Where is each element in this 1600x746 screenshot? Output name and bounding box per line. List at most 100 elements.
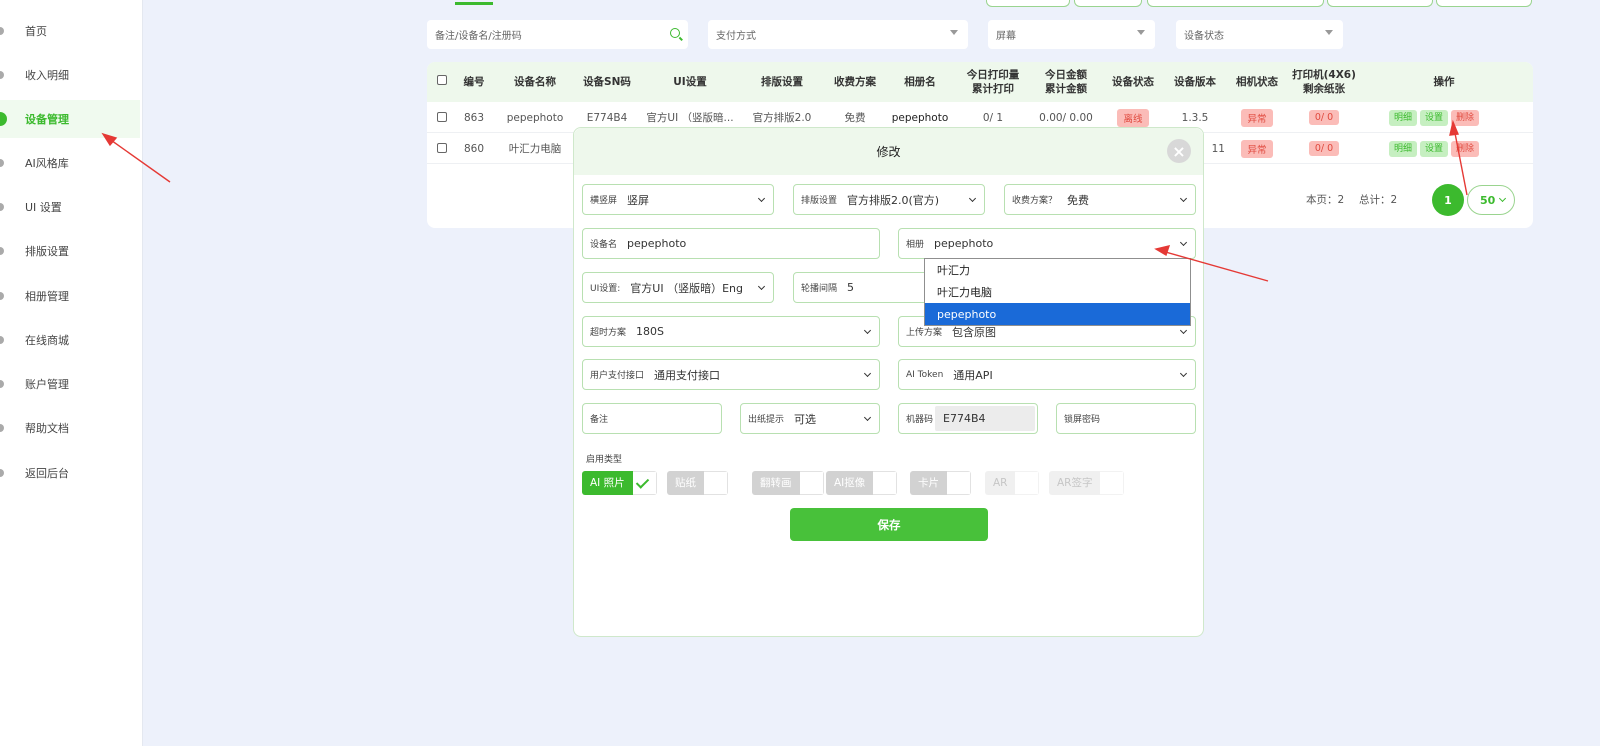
album-option-selected[interactable]: pepephoto xyxy=(925,303,1190,325)
cell-name: 叶汇力电脑 xyxy=(508,143,562,155)
save-button[interactable]: 保存 xyxy=(790,508,988,541)
top-action-button[interactable] xyxy=(1074,0,1142,7)
table-header: 编号 设备名称 设备SN码 UI设置 排版设置 收费方案 相册名 今日打印量 累计… xyxy=(427,62,1533,102)
layout-select[interactable]: 排版设置 官方排版2.0(官方) xyxy=(793,184,985,215)
close-icon[interactable]: × xyxy=(1167,139,1191,163)
remark-field[interactable]: 备注 xyxy=(582,403,722,434)
screen-select[interactable]: 屏幕 xyxy=(988,20,1155,49)
payment-select[interactable]: 支付方式 xyxy=(708,20,968,49)
device-icon xyxy=(0,112,7,126)
col-header: 设备状态 xyxy=(1112,76,1154,88)
device-name-field[interactable]: 设备名 pepephoto xyxy=(582,228,880,259)
toggle-box xyxy=(632,471,657,495)
ai-token-select[interactable]: AI Token 通用API xyxy=(898,359,1196,390)
sidebar-item-ai-styles[interactable]: AI风格库 xyxy=(0,144,140,182)
album-option[interactable]: 叶汇力 xyxy=(925,259,1190,281)
type-toggle-card[interactable]: 卡片 xyxy=(910,471,971,495)
ai-style-icon xyxy=(0,159,4,167)
toggle-label: AR xyxy=(985,471,1016,495)
field-value: E774B4 xyxy=(943,412,986,425)
col-header: 操作 xyxy=(1433,76,1455,88)
back-icon xyxy=(0,469,4,477)
type-toggle-sticker[interactable]: 贴纸 xyxy=(667,471,728,495)
field-label: 轮播间隔 xyxy=(801,284,838,294)
sidebar-item-back[interactable]: 返回后台 xyxy=(0,454,140,492)
help-icon xyxy=(0,424,4,432)
field-value: 180S xyxy=(636,325,664,338)
chevron-down-icon xyxy=(1137,30,1145,35)
cell-ops: 明细 设置 删除 xyxy=(1389,133,1529,164)
select-all-checkbox[interactable] xyxy=(437,75,447,85)
delete-button[interactable]: 删除 xyxy=(1451,109,1480,126)
top-action-button[interactable] xyxy=(1436,0,1532,7)
col-header: 设备名称 xyxy=(514,76,556,88)
album-select[interactable]: 相册 pepephoto xyxy=(898,228,1196,259)
pager-current-page[interactable]: 1 xyxy=(1432,184,1464,216)
field-label: UI设置: xyxy=(590,284,621,294)
ui-select[interactable]: UI设置: 官方UI （竖版暗）Eng xyxy=(582,272,774,303)
sidebar-item-label: AI风格库 xyxy=(25,157,69,170)
delete-button[interactable]: 删除 xyxy=(1451,140,1480,157)
search-icon[interactable] xyxy=(670,28,680,38)
search-input[interactable]: 备注/设备名/注册码 xyxy=(427,20,688,49)
field-label: 排版设置 xyxy=(801,196,838,206)
top-action-button[interactable] xyxy=(1147,0,1324,7)
sidebar-item-albums[interactable]: 相册管理 xyxy=(0,277,140,315)
row-checkbox[interactable] xyxy=(437,143,447,153)
detail-button[interactable]: 明细 xyxy=(1389,109,1418,126)
lock-password-field[interactable]: 锁屏密码 xyxy=(1056,403,1196,434)
sidebar-item-ui-settings[interactable]: UI 设置 xyxy=(0,188,140,226)
settings-button[interactable]: 设置 xyxy=(1420,109,1449,126)
field-label: 上传方案 xyxy=(906,328,943,338)
home-icon xyxy=(0,27,4,35)
edit-device-modal: 修改 × 横竖屏 竖屏 排版设置 官方排版2.0(官方) 收费方案？ 免费 设备… xyxy=(573,127,1204,637)
status-select[interactable]: 设备状态 xyxy=(1176,20,1343,49)
sidebar-item-home[interactable]: 首页 xyxy=(0,12,140,50)
type-toggle-ai-cutout[interactable]: AI抠像 xyxy=(826,471,898,495)
sidebar-item-help[interactable]: 帮助文档 xyxy=(0,409,140,447)
type-toggle-flip[interactable]: 翻转画 xyxy=(752,471,824,495)
orientation-select[interactable]: 横竖屏 竖屏 xyxy=(582,184,774,215)
chevron-down-icon xyxy=(1179,238,1188,247)
cell-name: pepephoto xyxy=(506,111,564,124)
chevron-down-icon xyxy=(863,369,872,378)
sidebar-item-layout[interactable]: 排版设置 xyxy=(0,232,140,270)
type-toggle-ai-photo[interactable]: AI 照片 xyxy=(582,471,657,495)
top-action-button[interactable] xyxy=(986,0,1070,7)
col-header: 今日打印量 累计打印 xyxy=(966,69,1020,95)
chevron-down-icon xyxy=(757,194,766,203)
pager-total: 总计：2 xyxy=(1359,194,1398,206)
sidebar-item-label: 排版设置 xyxy=(25,245,69,258)
print-tip-select[interactable]: 出纸提示 可选 xyxy=(740,403,880,434)
settings-button[interactable]: 设置 xyxy=(1420,140,1449,157)
sidebar-item-income[interactable]: 收入明细 xyxy=(0,56,140,94)
col-header: 排版设置 xyxy=(761,76,803,88)
sidebar-item-shop[interactable]: 在线商城 xyxy=(0,321,140,359)
field-value: 通用支付接口 xyxy=(654,368,721,382)
sidebar-item-account[interactable]: 账户管理 xyxy=(0,365,140,403)
row-checkbox[interactable] xyxy=(437,112,447,122)
active-tab-indicator xyxy=(455,2,493,5)
top-action-button[interactable] xyxy=(1327,0,1433,7)
status-placeholder: 设备状态 xyxy=(1184,31,1224,42)
camera-status-badge: 异常 xyxy=(1241,108,1273,127)
toggle-label: AR签字 xyxy=(1049,471,1101,495)
field-value: 官方排版2.0(官方) xyxy=(847,193,940,207)
income-icon xyxy=(0,71,4,79)
album-option[interactable]: 叶汇力电脑 xyxy=(925,281,1190,303)
sidebar-item-devices[interactable]: 设备管理 xyxy=(0,100,140,138)
payment-api-select[interactable]: 用户支付接口 通用支付接口 xyxy=(582,359,880,390)
sidebar-item-label: 账户管理 xyxy=(25,378,69,391)
timeout-select[interactable]: 超时方案 180S xyxy=(582,316,880,347)
modal-header: 修改 × xyxy=(574,128,1203,175)
toggle-label: 贴纸 xyxy=(667,471,704,495)
detail-button[interactable]: 明细 xyxy=(1389,140,1418,157)
chevron-down-icon xyxy=(1179,326,1188,335)
machine-code-field: 机器码 E774B4 xyxy=(898,403,1038,434)
chevron-down-icon xyxy=(1325,30,1333,35)
page-size-select[interactable]: 50 xyxy=(1467,185,1515,215)
field-value: 通用API xyxy=(953,368,993,382)
paper-badge: 0/ 0 xyxy=(1308,141,1340,156)
fee-select[interactable]: 收费方案？ 免费 xyxy=(1004,184,1196,215)
toggle-label: 卡片 xyxy=(910,471,947,495)
